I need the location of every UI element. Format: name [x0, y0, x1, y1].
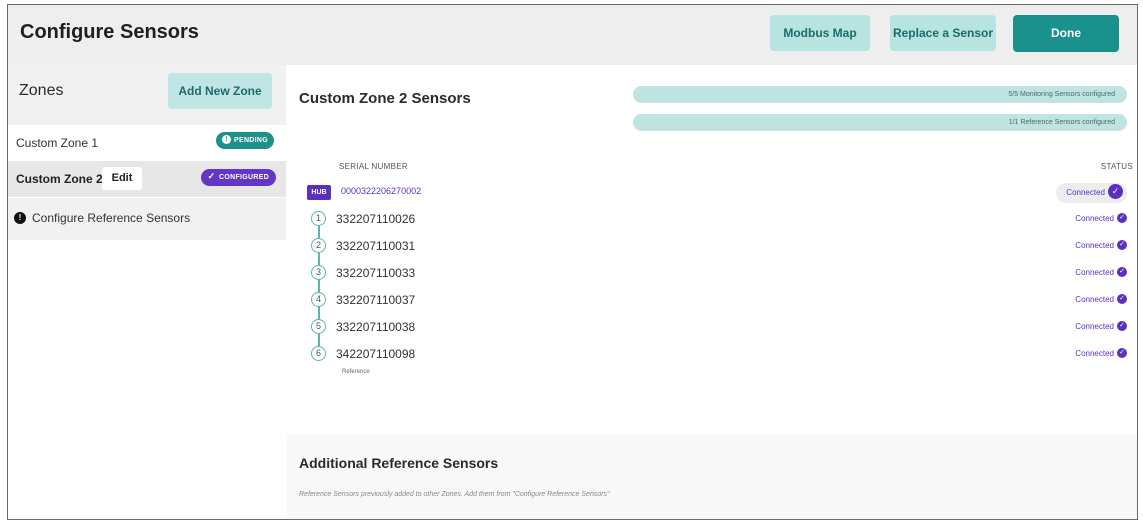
- sensor-index: 4: [311, 292, 326, 307]
- pending-badge-label: PENDING: [234, 137, 268, 144]
- zone-name: Custom Zone 2: [16, 172, 103, 186]
- check-circle-icon: ✓: [1117, 294, 1127, 304]
- sensor-serial: 332207110031: [336, 239, 416, 253]
- main-panel: Custom Zone 2 Sensors 5/5 Monitoring Sen…: [287, 65, 1137, 519]
- check-circle-icon: ✓: [1108, 184, 1123, 200]
- sensor-index: 2: [311, 238, 326, 253]
- add-new-zone-button[interactable]: Add New Zone: [168, 73, 272, 109]
- status-label: Connected: [1075, 214, 1114, 224]
- sensor-serial: 332207110026: [336, 212, 416, 226]
- hub-serial-link[interactable]: 0000322206270002: [341, 186, 421, 196]
- status-label: Connected: [1075, 241, 1114, 251]
- check-icon: ✓: [207, 170, 216, 181]
- check-circle-icon: ✓: [1117, 240, 1127, 250]
- sensor-serial: 332207110038: [336, 320, 416, 334]
- check-circle-icon: ✓: [1117, 213, 1127, 223]
- zones-sidebar: Zones Add New Zone Custom Zone 1 ! PENDIN…: [8, 65, 286, 519]
- sensor-index: 6: [311, 346, 326, 361]
- serial-number-header: SERIAL NUMBER: [339, 162, 408, 171]
- alert-icon: !: [14, 212, 26, 224]
- edit-zone-button[interactable]: Edit: [102, 167, 142, 190]
- sensor-index: 1: [311, 211, 326, 226]
- sensor-index: 5: [311, 319, 326, 334]
- configure-reference-label: Configure Reference Sensors: [32, 211, 191, 225]
- additional-reference-title: Additional Reference Sensors: [299, 455, 499, 471]
- additional-reference-note: Reference Sensors previously added to ot…: [299, 491, 610, 498]
- check-circle-icon: ✓: [1117, 348, 1127, 358]
- zones-label: Zones: [19, 82, 64, 99]
- alert-icon: !: [222, 134, 231, 144]
- zones-header: Zones Add New Zone: [8, 65, 286, 125]
- header-bar: Configure Sensors Modbus Map Replace a S…: [8, 5, 1137, 65]
- sensor-status: Connected ✓: [1075, 240, 1127, 251]
- zone-sensors-panel: Custom Zone 2 Sensors 5/5 Monitoring Sen…: [287, 65, 1137, 435]
- status-header: STATUS: [1100, 162, 1133, 171]
- app-window: Configure Sensors Modbus Map Replace a S…: [7, 4, 1138, 520]
- done-button[interactable]: Done: [1013, 15, 1119, 52]
- sensor-status: Connected ✓: [1075, 321, 1127, 332]
- status-label: Connected: [1075, 349, 1114, 359]
- page-title: Configure Sensors: [20, 21, 199, 43]
- pending-badge: ! PENDING: [216, 132, 274, 149]
- hub-tag: HUB: [307, 185, 331, 200]
- reference-sublabel: Reference: [342, 369, 370, 375]
- status-label: Connected: [1075, 322, 1114, 332]
- reference-progress-bar: 1/1 Reference Sensors configured: [633, 114, 1127, 131]
- sensor-status: Connected ✓: [1075, 294, 1127, 305]
- status-label: Connected: [1075, 268, 1114, 278]
- configured-badge-label: CONFIGURED: [219, 174, 270, 181]
- zone-sensors-title: Custom Zone 2 Sensors: [299, 90, 471, 107]
- sensor-serial: 332207110037: [336, 293, 416, 307]
- sensor-serial: 342207110098: [336, 347, 416, 361]
- configured-badge: ✓ CONFIGURED: [201, 169, 276, 186]
- zone-name: Custom Zone 1: [16, 136, 99, 150]
- sensor-status: Connected ✓: [1075, 267, 1127, 278]
- sensor-status: Connected ✓: [1075, 348, 1127, 359]
- sensor-serial: 332207110033: [336, 266, 416, 280]
- status-label: Connected: [1075, 295, 1114, 305]
- check-circle-icon: ✓: [1117, 267, 1127, 277]
- monitoring-progress-bar: 5/5 Monitoring Sensors configured: [633, 86, 1127, 103]
- check-circle-icon: ✓: [1117, 321, 1127, 331]
- sensor-status: Connected ✓: [1075, 213, 1127, 224]
- configure-reference-sensors-item[interactable]: ! Configure Reference Sensors: [8, 198, 286, 240]
- modbus-map-button[interactable]: Modbus Map: [770, 15, 870, 51]
- replace-sensor-button[interactable]: Replace a Sensor: [890, 15, 996, 51]
- hub-status: Connected ✓: [1056, 183, 1127, 203]
- sensor-index: 3: [311, 265, 326, 280]
- status-label: Connected: [1066, 188, 1105, 197]
